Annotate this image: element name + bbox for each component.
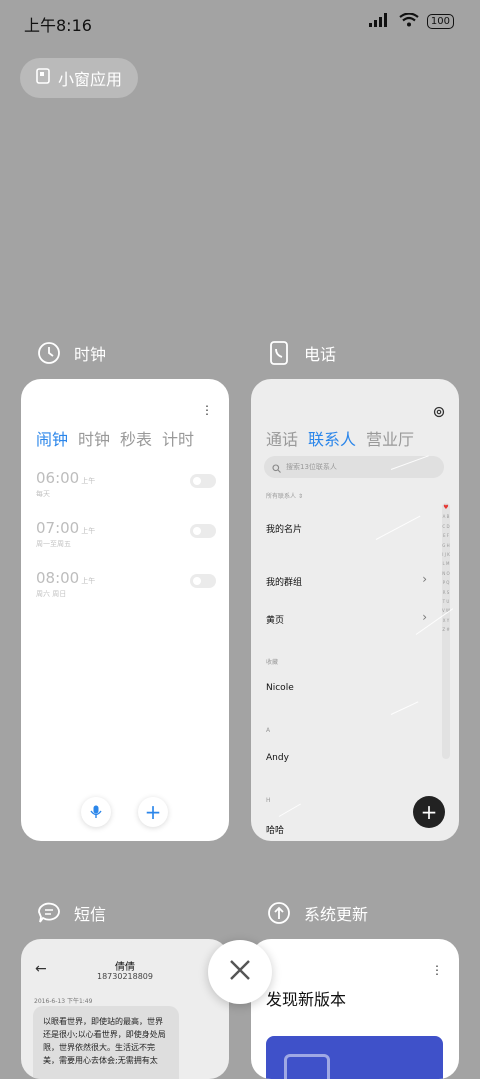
sms-app-header[interactable]: 短信: [36, 900, 106, 926]
signal-icon: [368, 12, 391, 31]
favorites-section-label: 收藏: [266, 659, 279, 666]
alphabet-index-scrollbar[interactable]: ♥ A B C D E F G H I J K L M N O P Q R S …: [442, 503, 450, 759]
clock-app-card[interactable]: ⋮ 闹钟 时钟 秒表 计时 06:00 上午 每天 07:00 上午 周一至周五 0…: [21, 379, 229, 841]
contact-item[interactable]: 哈哈: [266, 823, 284, 836]
clock-tabs: 闹钟 时钟 秒表 计时: [36, 426, 194, 450]
decorative-streak: [390, 701, 419, 715]
battery-indicator: 100: [426, 14, 454, 29]
phone-tabs: 通话 联系人 营业厅: [266, 426, 414, 450]
alarm-time: 08:00: [36, 569, 80, 587]
my-card-item[interactable]: 我的名片: [266, 522, 302, 535]
more-options-icon[interactable]: ⋮: [431, 963, 443, 977]
update-app-title: 系统更新: [304, 905, 369, 924]
message-bubble[interactable]: 以眼看世界，即使站的最高，世界还是很小;以心看世界，即使身处局限，世界依然很大。…: [33, 1006, 179, 1079]
message-timestamp: 2016-6-13 下午1:49: [34, 998, 93, 1005]
sms-app-card[interactable]: ← 倩倩 18730218809 2016-6-13 下午1:49 以眼看世界，…: [21, 939, 229, 1079]
alarm-repeat: 周六 周日: [36, 590, 67, 598]
alarm-repeat: 每天: [36, 490, 50, 498]
status-icons: 100: [368, 12, 454, 31]
tab-contacts[interactable]: 联系人: [308, 426, 356, 450]
conversation-contact-number: 18730218809: [97, 972, 153, 981]
phone-app-header[interactable]: 电话: [266, 340, 336, 366]
phone-icon: [266, 340, 292, 366]
microphone-icon: [90, 800, 102, 824]
update-version-banner[interactable]: [266, 1036, 443, 1079]
settings-gear-icon[interactable]: [433, 403, 445, 422]
version-graphic: [284, 1054, 330, 1079]
all-contacts-label: 所有联系人: [266, 493, 297, 500]
alarm-toggle[interactable]: [190, 524, 216, 538]
alarm-ampm: 上午: [81, 477, 96, 485]
alarm-time: 06:00: [36, 469, 80, 487]
tab-clock[interactable]: 时钟: [78, 426, 110, 450]
all-contacts-filter[interactable]: 所有联系人 ⇕: [266, 491, 303, 500]
update-app-header[interactable]: 系统更新: [266, 900, 368, 926]
chevron-right-icon: ›: [422, 572, 427, 586]
tab-stopwatch[interactable]: 秒表: [120, 426, 152, 450]
window-icon: [36, 68, 50, 88]
chevron-right-icon: ›: [422, 610, 427, 624]
tab-timer[interactable]: 计时: [162, 426, 194, 450]
clear-all-button[interactable]: [208, 940, 272, 1004]
alarm-toggle[interactable]: [190, 474, 216, 488]
sms-app-title: 短信: [74, 905, 107, 924]
clock-icon: [36, 340, 62, 366]
floating-apps-button[interactable]: 小窗应用: [20, 58, 138, 98]
sort-icon: ⇕: [297, 493, 303, 500]
tab-alarm[interactable]: 闹钟: [36, 426, 68, 450]
alarm-toggle[interactable]: [190, 574, 216, 588]
section-letter: A: [266, 727, 271, 734]
add-alarm-button[interactable]: +: [138, 797, 168, 827]
alarm-ampm: 上午: [81, 577, 96, 585]
more-options-icon[interactable]: ⋮: [201, 403, 213, 417]
system-update-icon: [266, 900, 292, 926]
clock-app-title: 时钟: [74, 345, 107, 364]
plus-icon: +: [420, 800, 438, 824]
section-letter: H: [266, 797, 271, 804]
status-time: 上午8:16: [24, 16, 92, 35]
update-headline: 发现新版本: [266, 990, 347, 1009]
wifi-icon: [399, 12, 419, 31]
voice-alarm-button[interactable]: [81, 797, 111, 827]
phone-app-card[interactable]: 通话 联系人 营业厅 搜索13位联系人 所有联系人 ⇕ 我的名片 我的群组 › …: [251, 379, 459, 841]
tab-calls[interactable]: 通话: [266, 426, 298, 450]
my-groups-item[interactable]: 我的群组: [266, 575, 302, 588]
alarm-ampm: 上午: [81, 527, 96, 535]
contact-item[interactable]: Nicole: [266, 683, 294, 693]
close-icon: [229, 959, 251, 985]
phone-app-title: 电话: [304, 345, 337, 364]
update-app-card[interactable]: ⋮ 发现新版本: [251, 939, 459, 1079]
alarm-repeat: 周一至周五: [36, 540, 71, 548]
favorite-heart-icon: ♥: [443, 504, 449, 511]
plus-icon: +: [144, 800, 162, 824]
clock-app-header[interactable]: 时钟: [36, 340, 106, 366]
search-placeholder: 搜索13位联系人: [286, 463, 337, 471]
search-icon: [272, 458, 281, 477]
alarm-item[interactable]: 07:00 上午 周一至周五: [36, 518, 216, 549]
chat-bubble-icon: [36, 900, 62, 926]
tab-service-hall[interactable]: 营业厅: [366, 426, 414, 450]
alarm-item[interactable]: 08:00 上午 周六 周日: [36, 568, 216, 599]
floating-apps-label: 小窗应用: [58, 70, 123, 89]
decorative-streak: [278, 803, 301, 817]
add-contact-button[interactable]: +: [413, 796, 445, 828]
decorative-streak: [375, 515, 421, 540]
yellow-pages-item[interactable]: 黄页: [266, 613, 284, 626]
alarm-time: 07:00: [36, 519, 80, 537]
contact-item[interactable]: Andy: [266, 753, 289, 763]
alarm-item[interactable]: 06:00 上午 每天: [36, 468, 216, 499]
conversation-contact-name: 倩倩: [115, 962, 135, 973]
